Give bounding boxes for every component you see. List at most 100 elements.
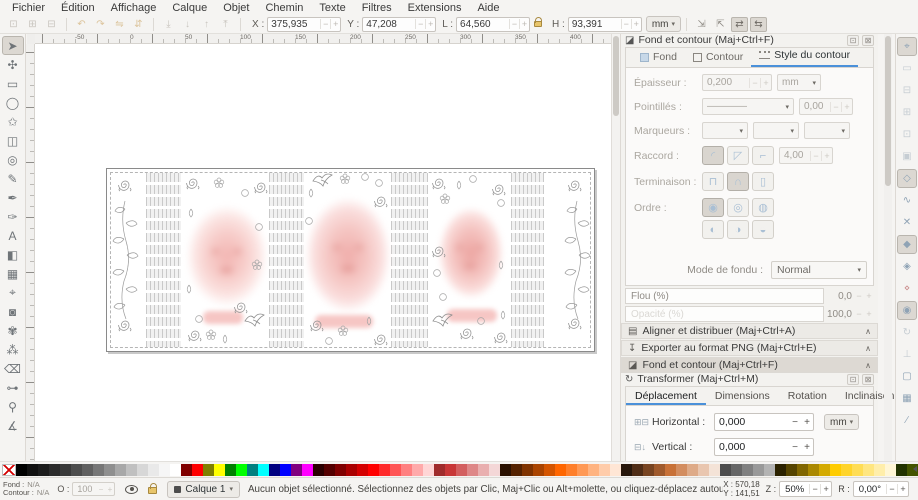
palette-swatch[interactable] xyxy=(313,464,324,476)
miter-limit-minus[interactable]: − xyxy=(810,151,821,161)
deselect-button[interactable]: ⊟ xyxy=(43,17,60,32)
stroke-width-value[interactable]: 0,200 xyxy=(703,77,749,88)
join-miter-button[interactable]: ⌐ xyxy=(752,146,774,165)
palette-swatch[interactable] xyxy=(335,464,346,476)
y-minus-button[interactable]: − xyxy=(415,19,425,29)
object-opacity-minus[interactable]: − xyxy=(96,485,105,494)
zoom-plus[interactable]: + xyxy=(820,484,831,494)
palette-swatch[interactable] xyxy=(841,464,852,476)
join-bevel-button[interactable]: ◸ xyxy=(727,146,749,165)
palette-swatch[interactable] xyxy=(654,464,665,476)
palette-swatch[interactable] xyxy=(148,464,159,476)
palette-swatch[interactable] xyxy=(258,464,269,476)
lower-to-bottom-button[interactable]: ⤓ xyxy=(160,17,177,32)
dash-offset-field[interactable]: 0,00 − + xyxy=(799,98,853,115)
scale-stroke-toggle-button[interactable]: ⇲ xyxy=(693,17,710,32)
opacity-value[interactable]: 100,0 xyxy=(824,309,854,320)
blur-minus[interactable]: − xyxy=(854,291,864,301)
dock-header-export-png[interactable]: ↧Exporter au format PNG (Maj+Ctrl+E)∧ xyxy=(621,340,878,356)
palette-swatch[interactable] xyxy=(247,464,258,476)
palette-swatch[interactable] xyxy=(170,464,181,476)
blur-plus[interactable]: + xyxy=(864,291,874,301)
palette-swatch[interactable] xyxy=(236,464,247,476)
flip-horizontal-button[interactable]: ⇋ xyxy=(111,17,128,32)
palette-swatch[interactable] xyxy=(577,464,588,476)
stroke-width-field[interactable]: 0,200 − + xyxy=(702,74,772,91)
snap-bbox-edges-button[interactable]: ⊟ xyxy=(897,81,917,100)
raise-button[interactable]: ↑ xyxy=(198,17,215,32)
vertical-minus[interactable]: − xyxy=(789,442,801,453)
spiral-tool[interactable]: ◎ xyxy=(2,150,24,169)
height-minus-button[interactable]: − xyxy=(621,19,631,29)
order-fms-button[interactable]: ◍ xyxy=(752,198,774,217)
zoom-value[interactable]: 50% xyxy=(780,484,809,495)
palette-swatch[interactable] xyxy=(643,464,654,476)
zoom-field[interactable]: 50% − + xyxy=(779,481,832,497)
height-field[interactable]: 93,391 − + xyxy=(568,17,642,32)
palette-swatch[interactable] xyxy=(412,464,423,476)
miter-limit-value[interactable]: 4,00 xyxy=(780,150,810,161)
snap-path-intersections-button[interactable]: ✕ xyxy=(897,213,917,232)
tweak-tool[interactable]: ✾ xyxy=(2,321,24,340)
eraser-tool[interactable]: ⌫ xyxy=(2,359,24,378)
tab-fond[interactable]: Fond xyxy=(632,48,685,67)
marker-end-dropdown[interactable]: ▾ xyxy=(804,122,850,139)
palette-swatch[interactable] xyxy=(500,464,511,476)
select-all-layers-button[interactable]: ⊞ xyxy=(24,17,41,32)
order-mfs-button[interactable]: ◐ xyxy=(702,220,724,239)
x-minus-button[interactable]: − xyxy=(320,19,330,29)
tab-style-du-contour[interactable]: Style du contour xyxy=(751,46,858,67)
snap-smooth-nodes-button[interactable]: ◈ xyxy=(897,257,917,276)
dash-pattern-dropdown[interactable]: ————▾ xyxy=(702,98,794,115)
horizontal-value[interactable]: 0,000 xyxy=(715,416,789,428)
snap-grids-button[interactable]: ▦ xyxy=(897,389,917,408)
menu-chemin[interactable]: Chemin xyxy=(257,1,311,15)
tab-contour[interactable]: Contour xyxy=(685,48,751,67)
snap-midpoints-button[interactable]: ⋄ xyxy=(897,279,917,298)
palette-swatch[interactable] xyxy=(588,464,599,476)
palette-swatch[interactable] xyxy=(808,464,819,476)
panel-minimize-button[interactable]: ⊡ xyxy=(847,374,859,385)
palette-swatch[interactable] xyxy=(324,464,335,476)
palette-swatch[interactable] xyxy=(621,464,632,476)
palette-swatch[interactable] xyxy=(60,464,71,476)
panel-close-button[interactable]: ⊠ xyxy=(862,374,874,385)
node-editor-tool[interactable]: ✣ xyxy=(2,55,24,74)
vertical-plus[interactable]: + xyxy=(801,442,813,453)
rotation-minus[interactable]: − xyxy=(886,484,897,494)
rotation-field[interactable]: 0,00° − + xyxy=(853,481,909,497)
palette-swatch[interactable] xyxy=(819,464,830,476)
zoom-tool[interactable]: ⚲ xyxy=(2,397,24,416)
gradient-tool[interactable]: ◧ xyxy=(2,245,24,264)
x-value[interactable]: 375,935 xyxy=(268,19,320,30)
transform-unit-dropdown[interactable]: mm▾ xyxy=(824,414,859,430)
menu-calque[interactable]: Calque xyxy=(164,1,215,15)
dash-offset-plus[interactable]: + xyxy=(841,102,852,112)
width-minus-button[interactable]: − xyxy=(509,19,519,29)
cap-round-button[interactable]: ∩ xyxy=(727,172,749,191)
snap-bbox-corners-button[interactable]: ⊞ xyxy=(897,103,917,122)
palette-swatch[interactable] xyxy=(126,464,137,476)
palette-swatch[interactable] xyxy=(27,464,38,476)
canvas[interactable] xyxy=(35,44,611,461)
palette-swatch[interactable] xyxy=(203,464,214,476)
vertical-value[interactable]: 0,000 xyxy=(715,441,789,453)
stroke-width-plus[interactable]: + xyxy=(760,78,771,88)
text-tool[interactable]: A xyxy=(2,226,24,245)
order-fsm-button[interactable]: ◉ xyxy=(702,198,724,217)
vertical-field[interactable]: 0,000 − + xyxy=(714,438,814,456)
palette-swatch[interactable] xyxy=(357,464,368,476)
menu-edition[interactable]: Édition xyxy=(53,1,103,15)
palette-swatch[interactable] xyxy=(115,464,126,476)
blur-value[interactable]: 0,0 xyxy=(824,291,854,302)
palette-swatch[interactable] xyxy=(797,464,808,476)
palette-swatch[interactable] xyxy=(731,464,742,476)
horizontal-plus[interactable]: + xyxy=(801,417,813,428)
palette-swatch[interactable] xyxy=(71,464,82,476)
palette-swatch[interactable] xyxy=(456,464,467,476)
dropper-tool[interactable]: ⌖ xyxy=(2,283,24,302)
width-value[interactable]: 64,560 xyxy=(457,19,509,30)
y-plus-button[interactable]: + xyxy=(425,19,435,29)
palette-swatch[interactable] xyxy=(632,464,643,476)
cap-square-button[interactable]: ▯ xyxy=(752,172,774,191)
